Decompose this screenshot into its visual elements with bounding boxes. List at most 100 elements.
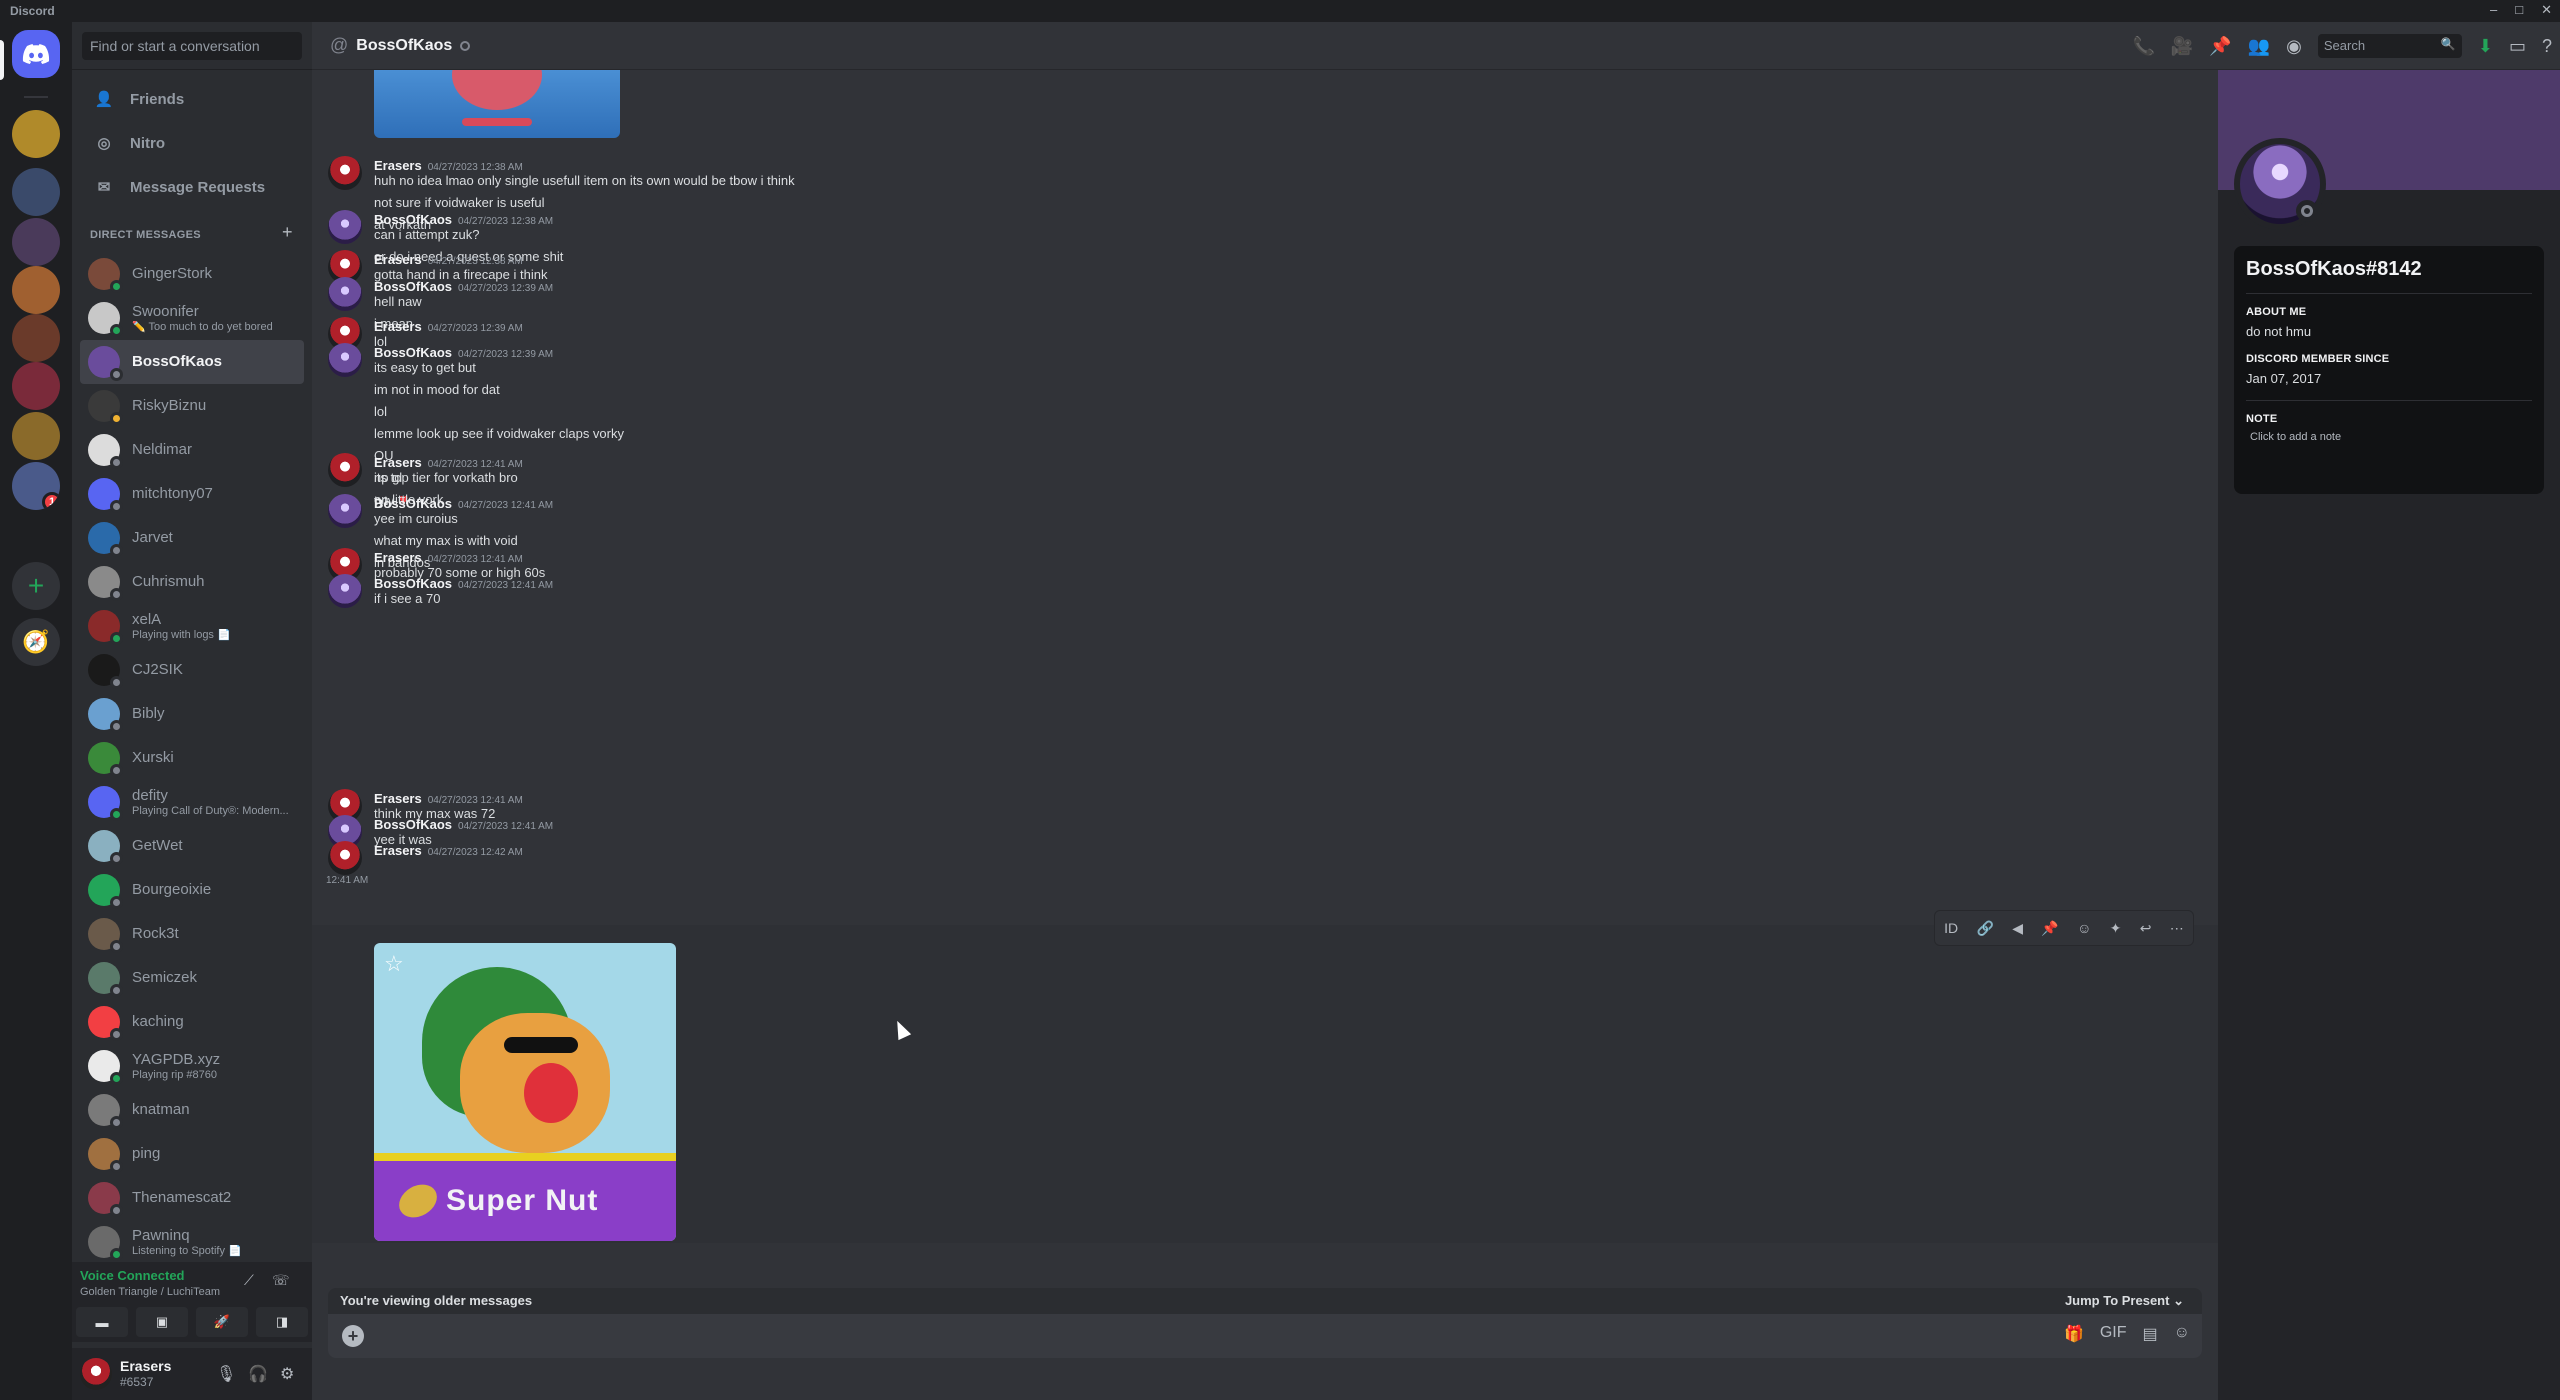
dm-item[interactable]: Semiczek — [80, 956, 304, 1000]
message-author[interactable]: BossOfKaos 04/27/2023 12:39 AM — [374, 279, 553, 294]
server-icon[interactable] — [12, 266, 60, 314]
gift-icon[interactable]: 🎁 — [2064, 1324, 2084, 1344]
sidebar-item-message-requests[interactable]: ✉ Message Requests — [80, 166, 304, 208]
link-icon[interactable]: 🔗 — [1976, 920, 1993, 937]
id-icon[interactable]: ID — [1944, 920, 1958, 936]
profile-name[interactable]: BossOfKaos#8142 — [2246, 258, 2532, 281]
pin-icon[interactable]: 📌 — [2209, 36, 2231, 57]
message-author[interactable]: BossOfKaos 04/27/2023 12:41 AM — [374, 576, 553, 591]
message-author[interactable]: BossOfKaos 04/27/2023 12:38 AM — [374, 212, 553, 227]
dm-item[interactable]: GingerStork — [80, 252, 304, 296]
favorite-star-icon[interactable]: ☆ — [384, 951, 404, 977]
header-search-input[interactable]: Search 🔍 — [2317, 34, 2462, 58]
user-profile-icon[interactable]: ◉ — [2286, 36, 2302, 57]
screen-share-button[interactable]: ▣ — [136, 1307, 188, 1337]
sidebar-item-nitro[interactable]: ◎ Nitro — [80, 122, 304, 164]
message-avatar[interactable] — [328, 343, 362, 377]
dm-item[interactable]: Pawninq Listening to Spotify 📄 — [80, 1220, 304, 1264]
camera-button[interactable]: ▬ — [76, 1307, 128, 1337]
dm-item[interactable]: Bourgeoixie — [80, 868, 304, 912]
create-dm-button[interactable]: + — [282, 222, 293, 243]
dm-item[interactable]: kaching — [80, 1000, 304, 1044]
message-author[interactable]: BossOfKaos 04/27/2023 12:41 AM — [374, 496, 553, 511]
close-window-button[interactable]: ✕ — [2541, 2, 2552, 18]
server-icon[interactable]: 1 — [12, 462, 60, 510]
noise-suppression-icon[interactable]: ⟋ — [244, 1272, 254, 1289]
soundboard-button[interactable]: ◨ — [256, 1307, 308, 1337]
more-options-icon[interactable]: ⋯ — [2170, 920, 2184, 937]
dm-item[interactable]: Jarvet — [80, 516, 304, 560]
dm-item[interactable]: GetWet — [80, 824, 304, 868]
super-reaction-icon[interactable]: ✦ — [2110, 920, 2122, 937]
server-icon[interactable] — [12, 412, 60, 460]
message-avatar[interactable] — [328, 494, 362, 528]
sticker-icon[interactable]: ▤ — [2143, 1324, 2158, 1344]
dm-item[interactable]: Cuhrismuh — [80, 560, 304, 604]
help-icon[interactable]: ? — [2542, 36, 2552, 57]
find-conversation-input[interactable]: Find or start a conversation — [82, 32, 302, 60]
disconnect-icon[interactable]: ☏ — [272, 1272, 290, 1289]
dm-item[interactable]: Bibly — [80, 692, 304, 736]
dm-item[interactable]: defity Playing Call of Duty®: Modern... — [80, 780, 304, 824]
dm-item[interactable]: Rock3t — [80, 912, 304, 956]
server-icon[interactable] — [12, 314, 60, 362]
mark-unread-icon[interactable]: ◀ — [2012, 920, 2023, 937]
add-server-button[interactable]: + — [12, 562, 60, 610]
message-avatar[interactable] — [328, 156, 362, 190]
message-author[interactable]: Erasers 04/27/2023 12:41 AM — [374, 455, 523, 470]
dm-item[interactable]: Swoonifer ✏️ Too much to do yet bored — [80, 296, 304, 340]
message-author[interactable]: Erasers 04/27/2023 12:41 AM — [374, 791, 523, 806]
dm-item[interactable]: BossOfKaos — [80, 340, 304, 384]
note-input[interactable]: Click to add a note — [2250, 431, 2532, 443]
dm-item[interactable]: YAGPDB.xyz Playing rip #8760 — [80, 1044, 304, 1088]
jump-to-present-button[interactable]: Jump To Present ⌄ — [2065, 1293, 2184, 1309]
voice-status[interactable]: Voice Connected — [80, 1268, 185, 1283]
message-author[interactable]: Erasers 04/27/2023 12:41 AM — [374, 550, 523, 565]
profile-avatar[interactable] — [2234, 138, 2326, 230]
dm-item[interactable]: mitchtony07 — [80, 472, 304, 516]
message-composer[interactable]: + 🎁 GIF ▤ ☺ — [328, 1314, 2202, 1358]
message-author[interactable]: Erasers 04/27/2023 12:38 AM — [374, 252, 523, 267]
dm-item[interactable]: Xurski — [80, 736, 304, 780]
previous-image-attachment[interactable] — [374, 70, 620, 138]
settings-gear-icon[interactable]: ⚙ — [280, 1364, 294, 1384]
message-author[interactable]: BossOfKaos 04/27/2023 12:39 AM — [374, 345, 553, 360]
activity-button[interactable]: 🚀 — [196, 1307, 248, 1337]
server-icon[interactable] — [12, 362, 60, 410]
attach-plus-icon[interactable]: + — [342, 1325, 364, 1347]
explore-servers-button[interactable]: 🧭 — [12, 618, 60, 666]
dm-item[interactable]: xelA Playing with logs 📄 — [80, 604, 304, 648]
message-author[interactable]: Erasers 04/27/2023 12:39 AM — [374, 319, 523, 334]
add-friend-icon[interactable]: 👥 — [2248, 36, 2270, 57]
pin-message-icon[interactable]: 📌 — [2041, 920, 2058, 937]
voice-call-icon[interactable]: 📞 — [2132, 36, 2154, 57]
gif-icon[interactable]: GIF — [2100, 1324, 2127, 1344]
message-author[interactable]: Erasers 04/27/2023 12:42 AM — [374, 843, 523, 858]
message-author[interactable]: Erasers 04/27/2023 12:38 AM — [374, 158, 523, 173]
super-nut-image-attachment[interactable]: Super Nut ☆ — [374, 943, 676, 1241]
minimize-button[interactable]: – — [2490, 2, 2497, 18]
dm-item[interactable]: ping — [80, 1132, 304, 1176]
message-avatar[interactable] — [328, 574, 362, 608]
home-button[interactable] — [12, 30, 60, 78]
user-avatar[interactable] — [80, 1358, 112, 1390]
message-avatar[interactable] — [328, 453, 362, 487]
download-icon[interactable]: ⬇ — [2478, 36, 2493, 57]
message-avatar[interactable] — [328, 841, 362, 875]
reply-icon[interactable]: ↩ — [2140, 920, 2152, 937]
emoji-reaction-icon[interactable]: ☺ — [2077, 920, 2091, 936]
dm-item[interactable]: knatman — [80, 1088, 304, 1132]
video-call-icon[interactable]: 🎥 — [2171, 36, 2193, 57]
dm-item[interactable]: Thenamescat2 — [80, 1176, 304, 1220]
inbox-icon[interactable]: ▭ — [2509, 36, 2526, 57]
server-icon[interactable] — [12, 110, 60, 158]
maximize-button[interactable]: □ — [2515, 2, 2523, 18]
headphones-icon[interactable]: 🎧 — [248, 1364, 268, 1384]
microphone-icon[interactable]: 🎙 — [216, 1364, 236, 1384]
server-icon[interactable] — [12, 168, 60, 216]
dm-item[interactable]: CJ2SIK — [80, 648, 304, 692]
message-avatar[interactable] — [328, 277, 362, 311]
dm-item[interactable]: Neldimar — [80, 428, 304, 472]
voice-channel-name[interactable]: Golden Triangle / LuchiTeam — [80, 1286, 220, 1298]
server-icon[interactable] — [12, 218, 60, 266]
